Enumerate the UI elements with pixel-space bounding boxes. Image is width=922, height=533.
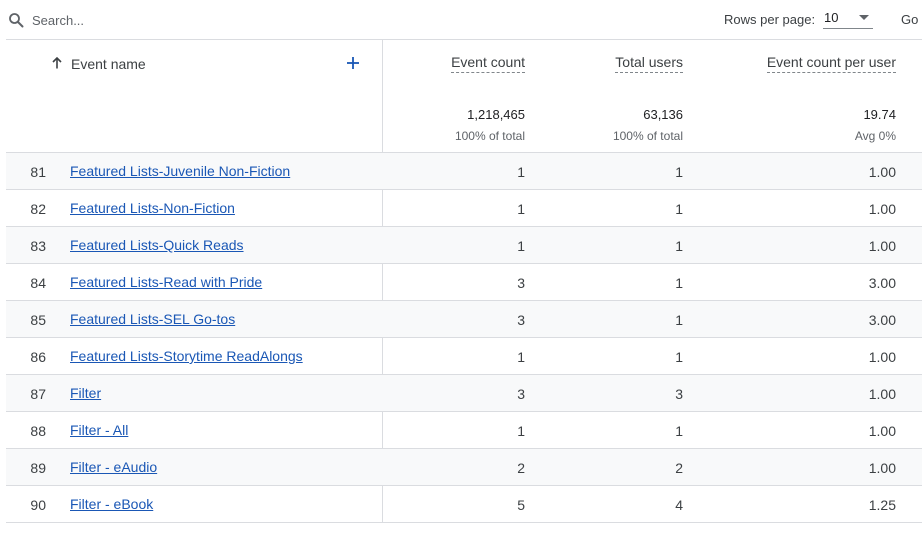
event-name-link[interactable]: Filter bbox=[70, 385, 101, 401]
column-header-total-users[interactable]: Total users bbox=[615, 54, 683, 73]
event-count-per-user-cell: 3.00 bbox=[868, 275, 896, 291]
arrow-up-icon[interactable] bbox=[50, 56, 64, 70]
total-event-count-share: 100% of total bbox=[454, 129, 525, 143]
event-count-cell: 1 bbox=[517, 349, 525, 365]
table-row: 89 Filter - eAudio 2 2 1.00 bbox=[6, 449, 922, 486]
event-count-cell: 3 bbox=[517, 386, 525, 402]
event-count-per-user-cell: 1.00 bbox=[868, 238, 896, 254]
total-users-value: 63,136 bbox=[643, 107, 683, 122]
total-users-cell: 1 bbox=[675, 312, 683, 328]
row-number: 86 bbox=[30, 349, 46, 365]
go-to-label: Go to: bbox=[901, 12, 922, 27]
total-users-cell: 1 bbox=[675, 423, 683, 439]
event-count-cell: 2 bbox=[517, 460, 525, 476]
column-header-event-count-per-user[interactable]: Event count per user bbox=[766, 54, 896, 73]
table-row: 83 Featured Lists-Quick Reads 1 1 1.00 bbox=[6, 227, 922, 264]
event-count-cell: 1 bbox=[517, 201, 525, 217]
event-name-link[interactable]: Featured Lists-Non-Fiction bbox=[70, 200, 235, 216]
total-users-cell: 2 bbox=[675, 460, 683, 476]
row-number: 84 bbox=[30, 275, 46, 291]
row-number: 82 bbox=[30, 201, 46, 217]
total-users-share: 100% of total bbox=[612, 129, 683, 143]
row-number: 83 bbox=[30, 238, 46, 254]
event-count-per-user-cell: 1.00 bbox=[868, 201, 896, 217]
table-row: 90 Filter - eBook 5 4 1.25 bbox=[6, 486, 922, 523]
total-users-cell: 1 bbox=[675, 201, 683, 217]
add-icon[interactable] bbox=[346, 56, 360, 70]
total-users-cell: 1 bbox=[675, 349, 683, 365]
event-count-per-user-cell: 1.00 bbox=[868, 164, 896, 180]
event-name-link[interactable]: Featured Lists-SEL Go-tos bbox=[70, 311, 235, 327]
table-row: 82 Featured Lists-Non-Fiction 1 1 1.00 bbox=[6, 190, 922, 227]
chevron-down-icon bbox=[859, 15, 869, 20]
event-count-cell: 3 bbox=[517, 312, 525, 328]
event-count-per-user-cell: 1.00 bbox=[868, 349, 896, 365]
event-count-per-user-cell: 1.00 bbox=[868, 423, 896, 439]
table-row: 81 Featured Lists-Juvenile Non-Fiction 1 1 1… bbox=[6, 153, 922, 190]
table-row: 85 Featured Lists-SEL Go-tos 3 1 3.00 bbox=[6, 301, 922, 338]
row-number: 90 bbox=[30, 497, 46, 513]
event-name-link[interactable]: Featured Lists-Quick Reads bbox=[70, 237, 244, 253]
divider bbox=[6, 39, 922, 40]
row-divider bbox=[6, 522, 922, 523]
event-count-per-user-cell: 1.25 bbox=[868, 497, 896, 513]
rows-per-page-label: Rows per page: bbox=[724, 12, 816, 27]
column-header-event-name[interactable]: Event name bbox=[71, 56, 146, 72]
row-number: 81 bbox=[30, 164, 46, 180]
total-users-cell: 4 bbox=[675, 497, 683, 513]
total-users-cell: 3 bbox=[675, 386, 683, 402]
event-name-link[interactable]: Filter - All bbox=[70, 422, 128, 438]
total-per-user-value: 19.74 bbox=[863, 107, 896, 122]
row-number: 85 bbox=[30, 312, 46, 328]
event-name-link[interactable]: Filter - eAudio bbox=[70, 459, 157, 475]
search-icon[interactable] bbox=[8, 12, 24, 28]
event-count-per-user-cell: 1.00 bbox=[868, 460, 896, 476]
rows-per-page-value: 10 bbox=[824, 10, 839, 25]
event-name-link[interactable]: Featured Lists-Juvenile Non-Fiction bbox=[70, 163, 290, 179]
table-toolbar: Rows per page: 10 Go to: bbox=[0, 0, 922, 40]
total-users-cell: 1 bbox=[675, 275, 683, 291]
event-name-link[interactable]: Featured Lists-Storytime ReadAlongs bbox=[70, 348, 303, 364]
total-users-cell: 1 bbox=[675, 164, 683, 180]
search-input[interactable] bbox=[32, 10, 332, 30]
table-row: 87 Filter 3 3 1.00 bbox=[6, 375, 922, 412]
event-count-cell: 1 bbox=[517, 164, 525, 180]
event-count-cell: 3 bbox=[517, 275, 525, 291]
event-count-cell: 5 bbox=[517, 497, 525, 513]
event-count-cell: 1 bbox=[517, 238, 525, 254]
total-per-user-avg: Avg 0% bbox=[854, 129, 896, 143]
table-row: 88 Filter - All 1 1 1.00 bbox=[6, 412, 922, 449]
total-event-count: 1,218,465 bbox=[467, 107, 525, 122]
total-users-cell: 1 bbox=[675, 238, 683, 254]
column-header-event-count[interactable]: Event count bbox=[451, 54, 525, 73]
table-row: 86 Featured Lists-Storytime ReadAlongs 1 1 1… bbox=[6, 338, 922, 375]
event-name-link[interactable]: Featured Lists-Read with Pride bbox=[70, 274, 262, 290]
event-count-cell: 1 bbox=[517, 423, 525, 439]
table-row: 84 Featured Lists-Read with Pride 3 1 3.00 bbox=[6, 264, 922, 301]
row-number: 89 bbox=[30, 460, 46, 476]
event-count-per-user-cell: 1.00 bbox=[868, 386, 896, 402]
row-number: 88 bbox=[30, 423, 46, 439]
rows-per-page-select[interactable]: 10 bbox=[823, 7, 873, 29]
event-count-per-user-cell: 3.00 bbox=[868, 312, 896, 328]
row-number: 87 bbox=[30, 386, 46, 402]
event-name-link[interactable]: Filter - eBook bbox=[70, 496, 153, 512]
